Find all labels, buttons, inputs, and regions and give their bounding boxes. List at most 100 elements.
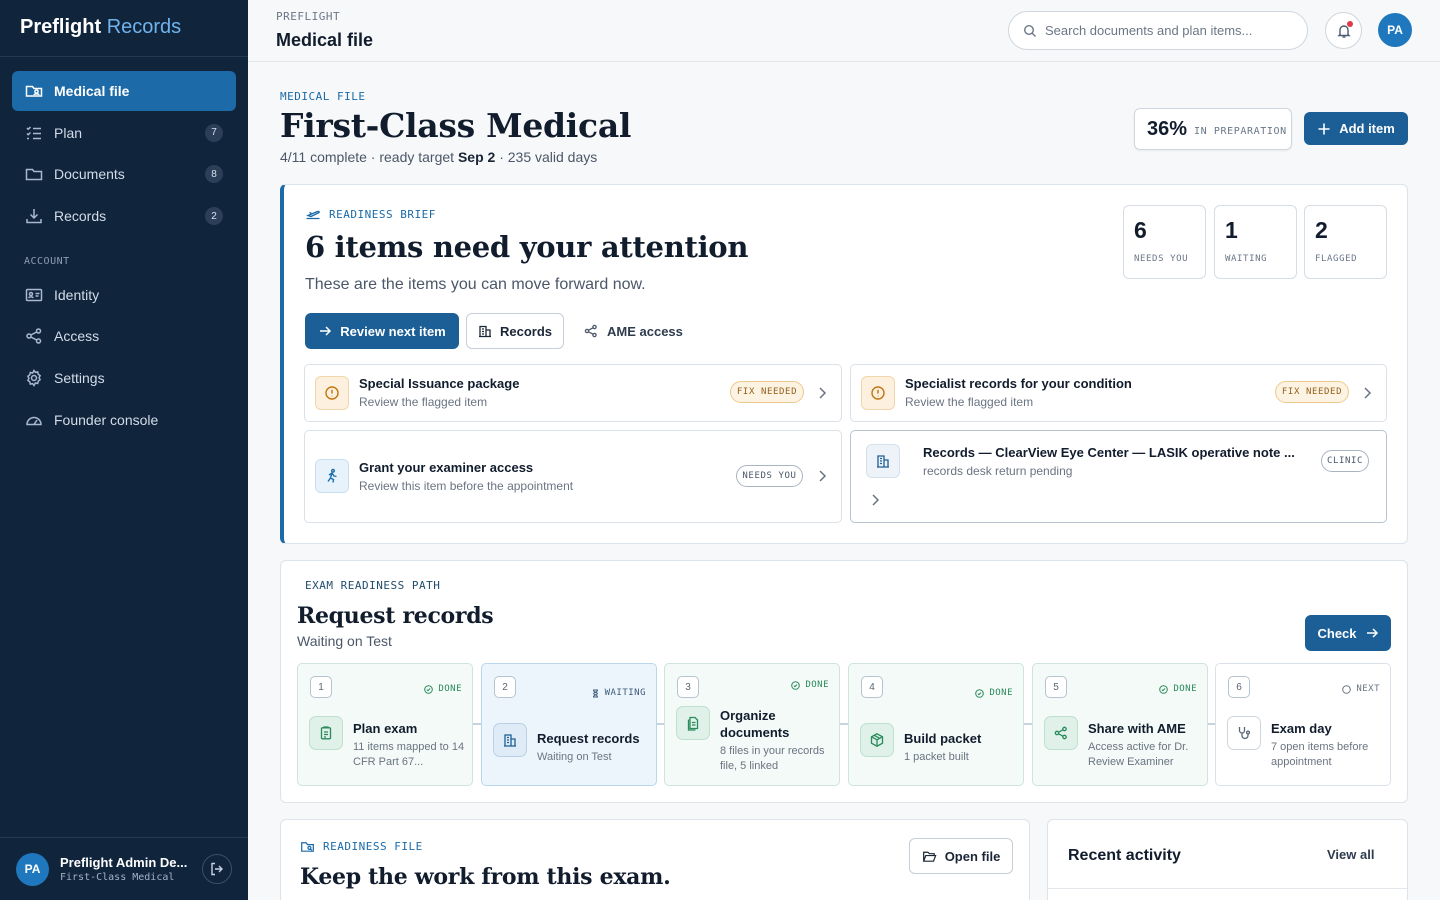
path-step[interactable]: 5 DONE Share with AME Access active for …	[1032, 663, 1208, 786]
arrow-right-icon	[318, 324, 340, 338]
folder-search-icon	[300, 839, 323, 854]
stat-value: 1	[1225, 217, 1238, 243]
stat-label: FLAGGED	[1315, 254, 1358, 264]
avatar: PA	[16, 852, 49, 886]
path-step[interactable]: 2 WAITING Request records Waiting on Tes…	[481, 663, 657, 786]
building-icon	[493, 723, 527, 757]
stat-needs-you[interactable]: 6 NEEDS YOU	[1123, 205, 1206, 279]
breadcrumb[interactable]: PREFLIGHT	[276, 10, 340, 23]
exam-readiness-path: EXAM READINESS PATH Request records Wait…	[280, 560, 1408, 803]
step-title: Share with AME	[1088, 721, 1186, 736]
brand-logo[interactable]: Preflight Records	[0, 0, 248, 57]
hourglass-icon	[591, 689, 605, 698]
path-eyebrow: EXAM READINESS PATH	[305, 579, 441, 592]
step-title: Exam day	[1271, 721, 1332, 736]
sidebar-item-documents[interactable]: Documents 8	[12, 154, 236, 194]
folder-open-icon	[922, 849, 945, 864]
chevron-right-icon	[868, 492, 882, 508]
package-icon	[860, 723, 894, 757]
sidebar-item-label: Access	[54, 328, 100, 345]
step-title: Plan exam	[353, 721, 418, 736]
sidebar-item-plan[interactable]: Plan 7	[12, 113, 236, 153]
page-header: MEDICAL FILE First-Class Medical 4/11 co…	[280, 90, 631, 165]
view-all-link[interactable]: View all	[1327, 847, 1374, 862]
page-eyebrow: MEDICAL FILE	[280, 90, 366, 103]
page-meta: 4/11 complete · ready target Sep 2 · 235…	[280, 149, 598, 165]
sidebar-item-identity[interactable]: Identity	[12, 275, 236, 315]
step-connector	[1024, 723, 1032, 725]
add-item-button[interactable]: Add item	[1304, 112, 1408, 145]
progress-indicator: 36% IN PREPARATION	[1134, 108, 1292, 150]
task-card[interactable]: Grant your examiner access Review this i…	[304, 430, 842, 523]
check-button[interactable]: Check	[1305, 615, 1391, 651]
path-subtitle: Waiting on Test	[297, 633, 392, 649]
task-subtitle: Review this item before the appointment	[359, 479, 574, 493]
ready-target-date: Sep 2	[457, 149, 496, 165]
open-file-button[interactable]: Open file	[909, 838, 1013, 874]
status-badge: NEEDS YOU	[736, 465, 803, 487]
chevron-right-icon	[815, 385, 829, 401]
user-subtitle: First-Class Medical	[60, 872, 175, 883]
step-description: Waiting on Test	[537, 751, 612, 763]
path-step[interactable]: 3 DONE Organize documents 8 files in you…	[664, 663, 840, 786]
stat-label: WAITING	[1225, 254, 1268, 264]
task-title: Records — ClearView Eye Center — LASIK o…	[923, 445, 1295, 460]
task-card[interactable]: Specialist records for your condition Re…	[850, 364, 1387, 422]
path-step[interactable]: 1 DONE Plan exam 11 items mapped to 14 C…	[297, 663, 473, 786]
sidebar-item-label: Medical file	[54, 83, 130, 99]
plus-icon	[1317, 122, 1339, 136]
status-badge: FIX NEEDED	[1275, 381, 1349, 403]
gauge-icon	[24, 410, 44, 430]
step-status: DONE	[791, 680, 829, 690]
divider	[1048, 888, 1407, 889]
step-connector	[840, 723, 848, 725]
recent-activity: Recent activity View all	[1047, 819, 1408, 900]
user-profile[interactable]: PA Preflight Admin De... First-Class Med…	[0, 837, 248, 900]
folder-user-icon	[24, 81, 44, 101]
step-number: 4	[861, 676, 883, 698]
avatar[interactable]: PA	[1378, 13, 1412, 47]
search-box[interactable]	[1008, 11, 1308, 50]
brief-eyebrow: READINESS BRIEF	[305, 206, 436, 222]
clipboard-icon	[309, 716, 343, 750]
plane-icon	[305, 206, 329, 222]
path-step[interactable]: 6 NEXT Exam day 7 open items before appo…	[1215, 663, 1391, 786]
task-card[interactable]: Records — ClearView Eye Center — LASIK o…	[850, 430, 1387, 523]
sidebar: Preflight Records Medical file Plan 7 Do…	[0, 0, 248, 900]
path-step[interactable]: 4 DONE Build packet 1 packet built	[848, 663, 1024, 786]
main-content: MEDICAL FILE First-Class Medical 4/11 co…	[280, 62, 1408, 900]
sidebar-nav: Medical file Plan 7 Documents 8 Records …	[0, 57, 248, 440]
sidebar-item-settings[interactable]: Settings	[12, 358, 236, 398]
sidebar-item-label: Founder console	[54, 411, 159, 428]
review-next-item-button[interactable]: Review next item	[305, 313, 459, 349]
ame-access-link[interactable]: AME access	[584, 313, 683, 349]
sidebar-item-medical-file[interactable]: Medical file	[12, 71, 236, 111]
logout-button[interactable]	[202, 854, 232, 884]
records-button[interactable]: Records	[466, 313, 564, 349]
search-input[interactable]	[1045, 23, 1285, 38]
brand-name: Preflight	[20, 16, 102, 38]
check-circle-icon	[1159, 684, 1173, 694]
topbar-title: Medical file	[276, 30, 374, 50]
step-number: 2	[494, 676, 516, 698]
task-subtitle: records desk return pending	[923, 464, 1073, 478]
count-badge: 8	[205, 165, 223, 184]
circle-icon	[1342, 684, 1356, 694]
step-number: 5	[1045, 676, 1067, 698]
stat-waiting[interactable]: 1 WAITING	[1214, 205, 1297, 279]
stat-flagged[interactable]: 2 FLAGGED	[1304, 205, 1387, 279]
step-status: WAITING	[591, 688, 646, 698]
task-title: Specialist records for your condition	[905, 376, 1132, 391]
step-connector	[1207, 723, 1215, 725]
share-icon	[1044, 716, 1078, 750]
sidebar-item-founder-console[interactable]: Founder console	[12, 400, 236, 440]
sidebar-item-access[interactable]: Access	[12, 316, 236, 356]
sidebar-item-records[interactable]: Records 2	[12, 196, 236, 236]
brief-subtitle: These are the items you can move forward…	[305, 276, 646, 293]
step-number: 6	[1228, 676, 1250, 698]
status-badge: CLINIC	[1321, 450, 1369, 472]
task-card[interactable]: Special Issuance package Review the flag…	[304, 364, 842, 422]
check-circle-icon	[424, 684, 438, 694]
notifications-button[interactable]	[1325, 12, 1362, 49]
step-connector	[473, 723, 481, 725]
